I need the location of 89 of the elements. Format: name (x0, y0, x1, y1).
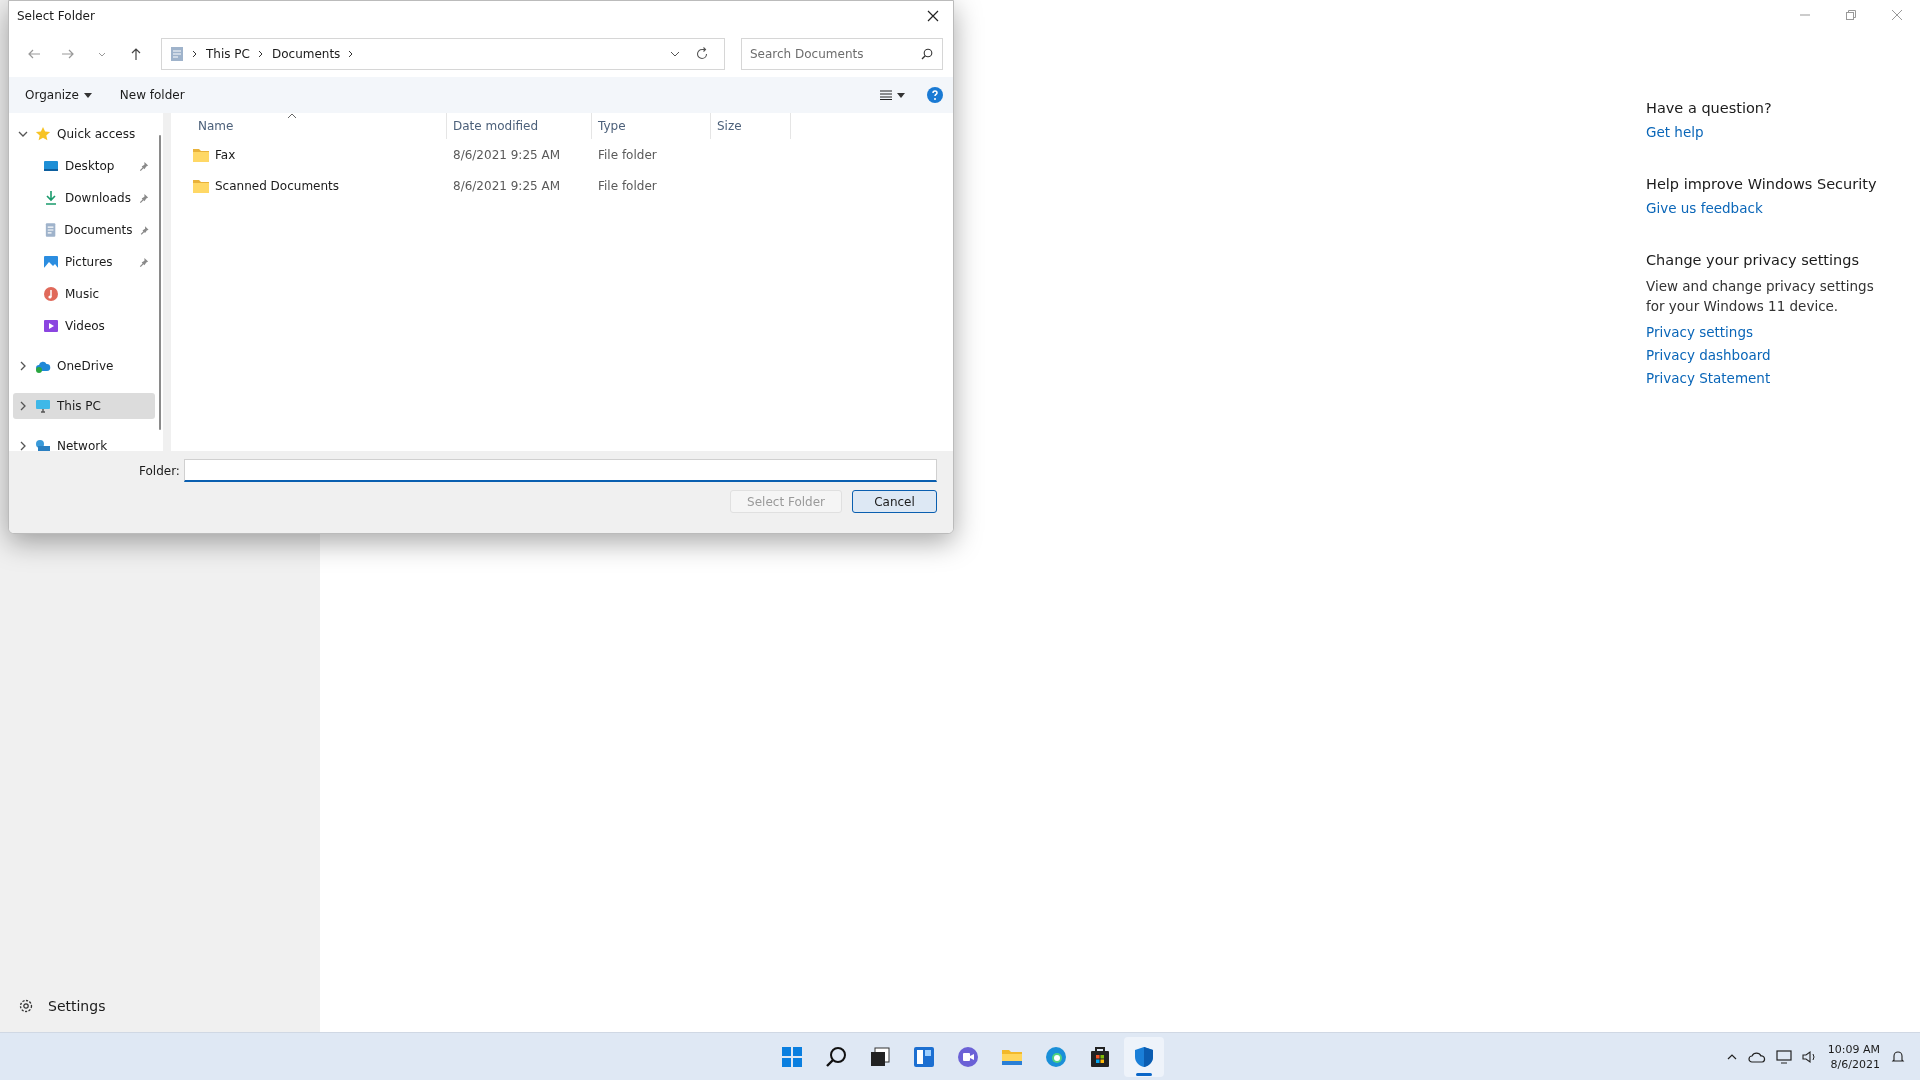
browser-icon (1044, 1044, 1068, 1069)
search-field[interactable]: Search Documents (741, 38, 943, 70)
taskview-icon (868, 1044, 892, 1069)
notification-icon[interactable] (1890, 1048, 1906, 1065)
column-header[interactable]: Date modified (447, 113, 592, 139)
pin-icon (138, 160, 149, 172)
type-cell-text: File folder (597, 178, 658, 193)
file-name: Scanned Documents (215, 178, 339, 193)
help-link[interactable]: Privacy dashboard (1646, 347, 1886, 363)
caret-icon (897, 92, 905, 98)
chevron-right-icon (348, 50, 355, 58)
caret-icon (83, 92, 92, 98)
folder-label: Folder: (139, 463, 180, 478)
widgets-icon (912, 1044, 936, 1069)
nav-item[interactable]: Music (13, 281, 155, 307)
file-row[interactable]: Scanned Documents 8/6/2021 9:25 AM File folder (171, 170, 953, 201)
monitor-icon[interactable] (1775, 1049, 1792, 1064)
close-icon (1892, 10, 1902, 20)
star-icon (35, 126, 51, 142)
column-header[interactable]: Name (171, 113, 447, 139)
pc-icon (35, 398, 51, 414)
help-link[interactable]: Give us feedback (1646, 200, 1886, 216)
dialog-title: Select Folder (17, 9, 95, 23)
clock-time: 10:09 AM (1827, 1042, 1880, 1056)
arrow-up-icon (129, 47, 143, 61)
close-icon (927, 10, 939, 22)
nav-item[interactable]: Videos (13, 313, 155, 339)
chevron-right-icon (192, 50, 198, 58)
network-icon (35, 438, 51, 451)
arrow-right-icon (61, 47, 75, 61)
pin-icon (138, 224, 149, 236)
nav-item[interactable]: Quick access (13, 121, 155, 147)
music-icon (43, 286, 59, 302)
restore-icon (1846, 10, 1856, 20)
file-row[interactable]: Fax 8/6/2021 9:25 AM File folder (171, 139, 953, 170)
nav-item[interactable]: Downloads (13, 185, 155, 211)
section-heading: Help improve Windows Security (1646, 176, 1878, 192)
nav-item[interactable]: Documents (13, 217, 155, 243)
folder-icon (193, 178, 209, 193)
type-cell-text: File folder (597, 147, 658, 162)
help-icon[interactable] (927, 87, 943, 103)
store-icon (1088, 1044, 1112, 1069)
column-header[interactable]: Type (592, 113, 711, 139)
address-bar[interactable]: This PC Documents (161, 38, 725, 70)
nav-item[interactable]: Pictures (13, 249, 155, 275)
section-description: View and change privacy settings for your Windows 11 device. (1646, 277, 1875, 316)
chevron-down-icon (98, 50, 106, 58)
download-icon (43, 190, 59, 206)
nav-item[interactable]: OneDrive (13, 353, 155, 379)
sort-caret-icon (286, 113, 297, 119)
section-heading: Change your privacy settings (1646, 252, 1860, 268)
chevron-down-icon[interactable] (670, 50, 680, 58)
column-header[interactable]: Size (711, 113, 791, 139)
section-heading: Have a question? (1646, 100, 1773, 116)
help-link[interactable]: Privacy settings (1646, 324, 1886, 340)
settings-button[interactable]: Settings (12, 992, 112, 1020)
help-link[interactable]: Get help (1646, 124, 1886, 140)
shield-icon (1132, 1044, 1156, 1069)
clock-date: 8/6/2021 (1830, 1057, 1880, 1071)
folder-icon (193, 147, 209, 162)
date-cell-text: 8/6/2021 9:25 AM (452, 178, 562, 193)
breadcrumb-item[interactable]: This PC (206, 47, 250, 61)
date-cell-text: 8/6/2021 9:25 AM (452, 147, 562, 162)
start-icon (780, 1044, 804, 1069)
breadcrumb-item[interactable]: Documents (271, 47, 341, 61)
pin-icon (138, 192, 149, 204)
settings-icon (18, 998, 34, 1014)
pictures-icon (43, 254, 59, 270)
dialog-button[interactable]: Cancel (852, 490, 937, 513)
pin-icon (138, 256, 149, 268)
desktop-icon (43, 158, 59, 174)
chevron-right-icon (257, 50, 264, 58)
clock[interactable]: 10:09 AM 8/6/2021 (1827, 1042, 1880, 1071)
chat-icon (956, 1044, 980, 1069)
list-view-icon (880, 90, 892, 100)
volume-icon[interactable] (1801, 1049, 1818, 1064)
help-link[interactable]: Privacy Statement (1646, 370, 1886, 386)
arrow-left-icon (27, 47, 41, 61)
scrollbar[interactable] (158, 135, 161, 430)
nav-item[interactable]: Desktop (13, 153, 155, 179)
search-icon (824, 1044, 848, 1069)
command-button[interactable]: Organize (19, 84, 98, 106)
command-button[interactable]: New folder (113, 84, 191, 106)
videos-icon (43, 318, 59, 334)
nav-item[interactable]: This PC (13, 393, 155, 419)
file-name: Fax (215, 147, 236, 162)
document-icon (170, 46, 184, 62)
folder-field[interactable] (183, 459, 937, 482)
search-icon (921, 48, 933, 60)
